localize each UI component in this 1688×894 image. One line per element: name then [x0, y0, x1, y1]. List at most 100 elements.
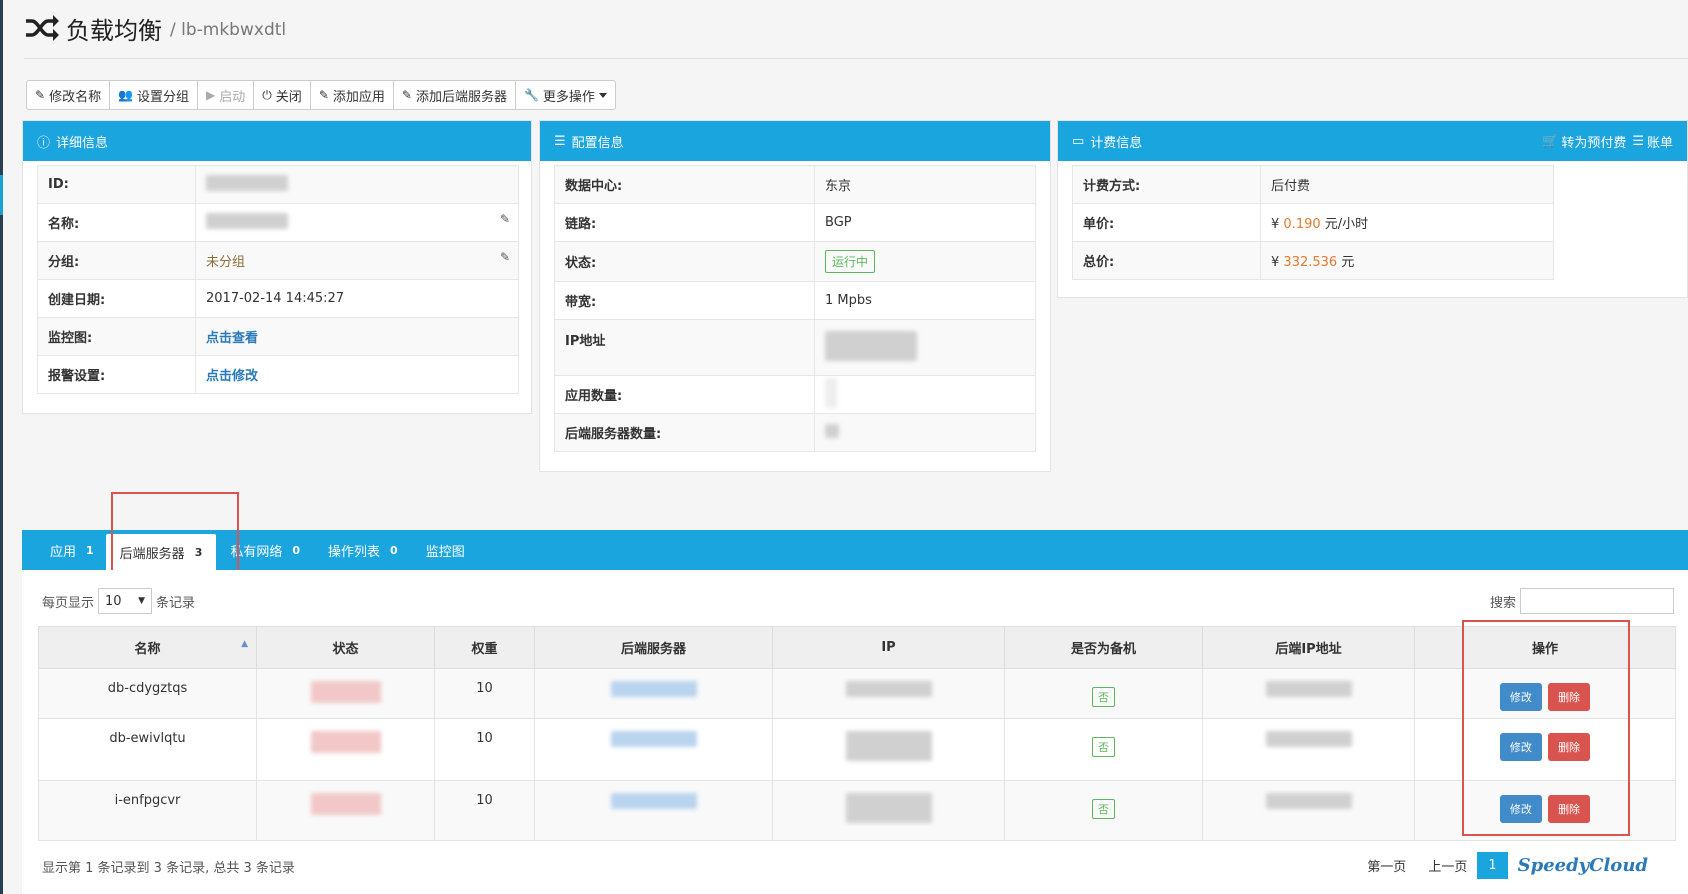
start-label: 启动	[219, 89, 246, 105]
add-backend-label: 添加后端服务器	[415, 89, 507, 105]
column-header-ip[interactable]: IP	[772, 626, 1005, 669]
currency-symbol: ¥	[1271, 217, 1280, 232]
redacted-backend-ip	[1265, 681, 1352, 697]
redacted-ip	[845, 793, 932, 823]
page-length-value: 10	[105, 593, 122, 609]
redacted-status	[310, 681, 381, 703]
redacted-backend-ip	[1265, 793, 1352, 809]
more-actions-dropdown[interactable]: 🔧 更多操作	[514, 80, 616, 110]
redacted-backend-ip	[1265, 731, 1352, 747]
total-unit: 元	[1341, 255, 1355, 270]
redacted-backend	[610, 793, 697, 809]
config-key-datacenter: 数据中心:	[554, 165, 815, 204]
tab-private-network[interactable]: 私有网络 0	[230, 541, 300, 560]
highlight-box-tab	[111, 492, 239, 582]
billing-row-unit-price: 单价: ¥ 0.190 元/小时	[1072, 203, 1554, 242]
page-title: 负载均衡	[66, 16, 162, 45]
edit-name-icon[interactable]: ✎	[500, 212, 510, 226]
edit-group-icon[interactable]: ✎	[500, 250, 510, 264]
table-row: db-ewivlqtu 10 否 修改 删除	[38, 718, 1676, 781]
tab-operations[interactable]: 操作列表 0	[328, 541, 398, 560]
backend-table: 名称 ▲ 状态 权重 后端服务器 IP 是否为备机 后端IP地址 操作 db-cd…	[38, 626, 1676, 841]
tab-bar: 应用 1 后端服务器 3 私有网络 0 操作列表 0 监控图	[22, 530, 1688, 570]
bill-link[interactable]: 账单	[1647, 132, 1673, 151]
config-panel: ☰ 配置信息 数据中心: 东京 链路: BGP 状态: 运行中 带宽: 1 Mp…	[539, 120, 1051, 472]
billing-value-unit-price: ¥ 0.190 元/小时	[1260, 203, 1554, 242]
detail-value-alarm-cell: 点击修改	[195, 355, 519, 394]
detail-key-group: 分组:	[37, 241, 196, 280]
row-name: db-ewivlqtu	[38, 718, 257, 781]
redacted-ip	[825, 330, 917, 361]
column-header-name[interactable]: 名称 ▲	[38, 626, 257, 669]
redacted-status	[310, 731, 381, 753]
column-header-backend[interactable]: 后端服务器	[534, 626, 773, 669]
current-page-button[interactable]: 1	[1477, 852, 1508, 879]
row-backend	[534, 780, 773, 841]
detail-key-id: ID:	[37, 165, 196, 204]
table-header-row: 名称 ▲ 状态 权重 后端服务器 IP 是否为备机 后端IP地址 操作	[38, 626, 1676, 669]
action-toolbar: ✎ 修改名称 👥 设置分组 ▶ 启动 ⏻ 关闭 ✎ 添加应用 ✎ 添加后端服务器 🔧 更多操作	[26, 80, 616, 110]
view-monitor-link[interactable]: 点击查看	[206, 331, 258, 346]
page-length-control: 每页显示 10 ▼ 条记录	[42, 588, 195, 614]
convert-prepay-link[interactable]: 转为预付费	[1561, 132, 1626, 151]
search-control: 搜索	[1490, 588, 1674, 614]
wrench-icon: 🔧	[523, 88, 539, 102]
backup-badge: 否	[1092, 737, 1115, 757]
shuffle-icon	[26, 15, 59, 41]
page-subtitle: / lb-mkbwxdtl	[170, 20, 287, 40]
config-row-line: 链路: BGP	[554, 203, 1036, 242]
config-value-bandwidth: 1 Mpbs	[814, 281, 1036, 320]
tab-apps[interactable]: 应用 1	[50, 541, 94, 560]
column-header-weight[interactable]: 权重	[434, 626, 535, 669]
page-length-select[interactable]: 10 ▼	[98, 588, 153, 614]
column-header-backup[interactable]: 是否为备机	[1004, 626, 1203, 669]
start-button[interactable]: ▶ 启动	[197, 80, 255, 110]
row-weight: 10	[434, 780, 535, 841]
billing-row-method: 计费方式: 后付费	[1072, 165, 1554, 204]
prev-page-link[interactable]: 上一页	[1428, 856, 1467, 875]
detail-value-group: 未分组	[206, 255, 246, 270]
table-info: 显示第 1 条记录到 3 条记录, 总共 3 条记录	[42, 861, 295, 876]
add-app-button[interactable]: ✎ 添加应用	[309, 80, 394, 110]
search-input[interactable]	[1520, 588, 1674, 614]
config-row-bandwidth: 带宽: 1 Mpbs	[554, 281, 1036, 320]
set-group-button[interactable]: 👥 设置分组	[109, 80, 199, 110]
watermark-logo: SpeedyCloud	[1517, 855, 1648, 876]
edit-icon: ✎	[35, 88, 46, 102]
detail-row-name: 名称: ✎	[37, 203, 519, 242]
billing-actions: 🛒 转为预付费 ☰ 账单	[1536, 121, 1673, 161]
rename-button[interactable]: ✎ 修改名称	[26, 80, 111, 110]
backup-badge: 否	[1092, 799, 1115, 819]
billing-key-method: 计费方式:	[1072, 165, 1261, 204]
config-row-status: 状态: 运行中	[554, 241, 1036, 282]
tab-operations-count: 0	[390, 543, 398, 557]
billing-row-total: 总价: ¥ 332.536 元	[1072, 241, 1554, 280]
length-suffix: 条记录	[156, 595, 196, 611]
redacted-ip	[845, 731, 932, 761]
caret-down-icon	[598, 92, 607, 98]
rename-label: 修改名称	[49, 89, 102, 105]
column-header-status[interactable]: 状态	[256, 626, 435, 669]
config-value-ip	[814, 319, 1036, 376]
billing-key-unit-price: 单价:	[1072, 203, 1261, 242]
list-icon: ☰	[554, 133, 566, 149]
edit-alarm-link[interactable]: 点击修改	[206, 369, 258, 384]
row-name: i-enfpgcvr	[38, 780, 257, 841]
row-status	[256, 718, 435, 781]
currency-symbol: ¥	[1271, 255, 1280, 270]
table-row: i-enfpgcvr 10 否 修改 删除	[38, 780, 1676, 841]
unit-price-amount: 0.190	[1283, 217, 1321, 232]
row-status	[256, 780, 435, 841]
shutdown-button[interactable]: ⏻ 关闭	[253, 80, 311, 110]
config-row-datacenter: 数据中心: 东京	[554, 165, 1036, 204]
length-prefix: 每页显示	[42, 595, 95, 611]
first-page-link[interactable]: 第一页	[1367, 856, 1406, 875]
tab-monitor-label: 监控图	[425, 544, 465, 560]
list-icon: ☰	[1632, 133, 1644, 149]
column-header-backend-ip[interactable]: 后端IP地址	[1202, 626, 1415, 669]
config-key-line: 链路:	[554, 203, 815, 242]
tab-monitor[interactable]: 监控图	[426, 541, 465, 560]
row-backend	[534, 718, 773, 781]
row-weight: 10	[434, 668, 535, 719]
add-backend-button[interactable]: ✎ 添加后端服务器	[392, 80, 516, 110]
